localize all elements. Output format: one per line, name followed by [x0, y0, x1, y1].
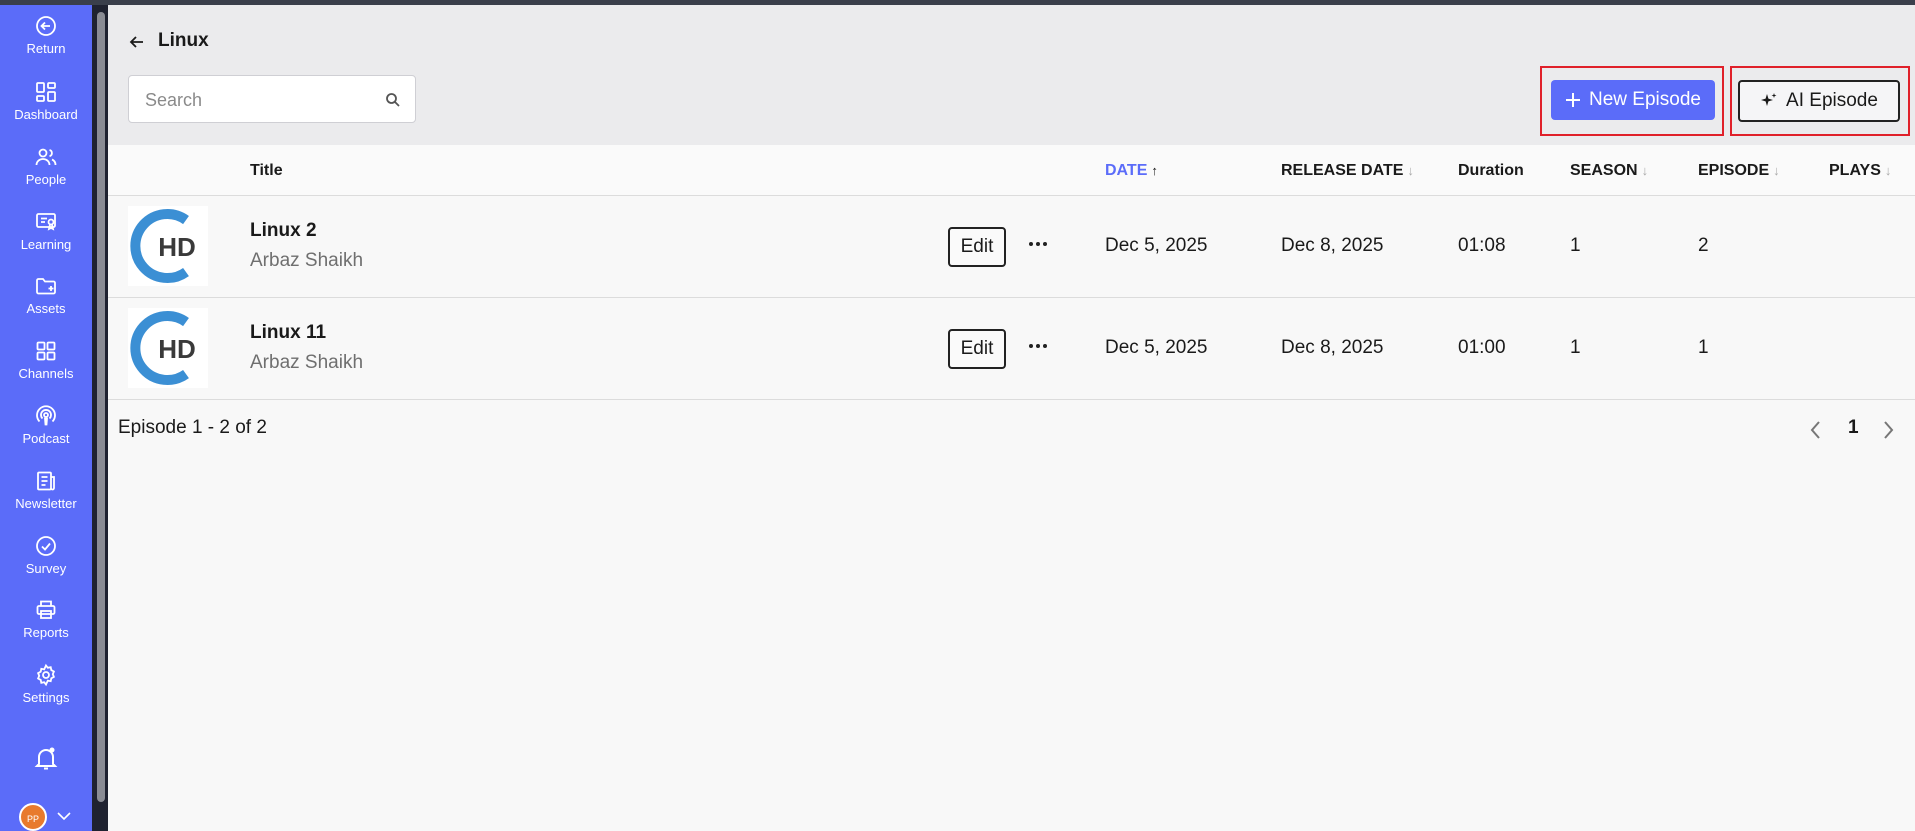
sidebar-item-label: Newsletter: [15, 496, 77, 511]
cell-release-date: Dec 8, 2025: [1281, 235, 1384, 256]
page-header: Linux New Episode AI Episode: [108, 5, 1915, 145]
sidebar-scrollbar-thumb[interactable]: [97, 12, 105, 802]
newsletter-icon: [37, 471, 55, 491]
table-row[interactable]: HD Linux 2 Arbaz Shaikh Edit Dec 5, 2025…: [108, 196, 1915, 298]
new-episode-button[interactable]: New Episode: [1551, 80, 1715, 120]
svg-text:HD: HD: [158, 232, 196, 262]
sidebar-item-label: Reports: [23, 625, 69, 640]
column-header-season-label: SEASON: [1570, 162, 1638, 179]
sidebar-item-label: Channels: [18, 366, 74, 381]
pagination-page-current[interactable]: 1: [1848, 417, 1859, 439]
column-header-date[interactable]: DATE ↑: [1105, 162, 1158, 180]
cell-date: Dec 5, 2025: [1105, 235, 1208, 256]
search-input[interactable]: [145, 88, 375, 112]
column-header-title[interactable]: Title: [250, 162, 283, 180]
episode-author: Arbaz Shaikh: [250, 352, 364, 373]
more-options-icon[interactable]: [1026, 237, 1050, 251]
cell-release-date: Dec 8, 2025: [1281, 337, 1384, 358]
notification-bell-icon[interactable]: [34, 745, 58, 771]
chevron-right-icon[interactable]: [1880, 419, 1896, 441]
sidebar-item-label: Learning: [20, 237, 72, 252]
return-icon: [36, 16, 56, 36]
sort-ascending-icon: ↑: [1151, 163, 1158, 178]
assets-folder-icon: [36, 278, 56, 295]
sidebar-item-channels[interactable]: Channels: [0, 339, 92, 381]
episode-thumbnail-logo: HD: [128, 308, 208, 388]
cell-duration: 01:08: [1458, 235, 1506, 256]
pagination-summary: Episode 1 - 2 of 2: [118, 417, 267, 438]
survey-check-icon: [36, 536, 56, 556]
chevron-down-icon[interactable]: [56, 809, 72, 823]
sidebar-item-label: Dashboard: [14, 107, 78, 122]
episode-title[interactable]: Linux 11: [250, 322, 326, 344]
more-options-icon[interactable]: [1026, 339, 1050, 353]
episode-author: Arbaz Shaikh: [250, 250, 364, 271]
cell-season: 1: [1570, 337, 1581, 358]
table-header: Title DATE ↑ RELEASE DATE ↓ Duration SEASO…: [108, 145, 1915, 196]
sidebar-item-label: Return: [26, 41, 66, 56]
sidebar-item-learning[interactable]: Learning: [0, 210, 92, 252]
podcast-icon: [36, 405, 56, 426]
avatar[interactable]: PP: [19, 803, 47, 831]
cell-date: Dec 5, 2025: [1105, 337, 1208, 358]
sort-down-icon: ↓: [1407, 163, 1414, 178]
learning-icon: [36, 213, 56, 231]
column-header-season[interactable]: SEASON ↓: [1570, 162, 1648, 180]
sidebar-item-dashboard[interactable]: Dashboard: [0, 80, 92, 122]
column-header-release-date-label: RELEASE DATE: [1281, 162, 1404, 179]
sidebar-item-label: People: [25, 172, 67, 187]
search-icon[interactable]: [385, 92, 401, 108]
cell-season: 1: [1570, 235, 1581, 256]
cell-episode: 2: [1698, 235, 1709, 256]
column-header-plays[interactable]: PLAYS ↓: [1829, 162, 1891, 180]
sidebar: Return Dashboard People Learning Assets …: [0, 5, 92, 831]
sidebar-item-assets[interactable]: Assets: [0, 274, 92, 316]
back-arrow-icon[interactable]: [128, 33, 146, 51]
sort-down-icon: ↓: [1884, 163, 1892, 178]
column-header-release-date[interactable]: RELEASE DATE ↓: [1281, 162, 1414, 180]
plus-icon: [1566, 93, 1581, 107]
table-row[interactable]: HD Linux 11 Arbaz Shaikh Edit Dec 5, 202…: [108, 298, 1915, 400]
svg-text:HD: HD: [158, 334, 196, 364]
cell-duration: 01:00: [1458, 337, 1506, 358]
edit-button[interactable]: Edit: [948, 227, 1006, 267]
sidebar-item-newsletter[interactable]: Newsletter: [0, 469, 92, 511]
episode-title[interactable]: Linux 2: [250, 220, 317, 242]
printer-icon: [36, 600, 56, 619]
ai-episode-button[interactable]: AI Episode: [1738, 80, 1900, 122]
main-content: Linux New Episode AI Episode Title DATE↑…: [108, 5, 1915, 831]
sidebar-item-label: Survey: [25, 561, 67, 576]
sidebar-item-podcast[interactable]: Podcast: [0, 404, 92, 446]
edit-button[interactable]: Edit: [948, 329, 1006, 369]
sidebar-item-people[interactable]: People: [0, 145, 92, 187]
channels-grid-icon: [36, 341, 56, 361]
sidebar-item-settings[interactable]: Settings: [0, 663, 92, 705]
sparkle-icon: [1761, 93, 1777, 106]
column-header-episode[interactable]: EPISODE ↓: [1698, 162, 1780, 180]
sidebar-item-return[interactable]: Return: [0, 14, 92, 56]
search-box[interactable]: [128, 75, 416, 123]
sidebar-item-survey[interactable]: Survey: [0, 534, 92, 576]
sidebar-item-label: Podcast: [22, 431, 70, 446]
sidebar-item-label: Assets: [26, 301, 66, 316]
column-header-duration[interactable]: Duration: [1458, 162, 1524, 180]
ai-episode-label: AI Episode: [1786, 90, 1878, 111]
dashboard-icon: [36, 82, 56, 102]
column-header-episode-label: EPISODE: [1698, 162, 1770, 179]
chevron-left-icon[interactable]: [1808, 419, 1824, 441]
people-icon: [35, 148, 57, 166]
episode-thumbnail-logo: HD: [128, 206, 208, 286]
sidebar-item-label: Settings: [22, 690, 70, 705]
sort-down-icon: ↓: [1641, 163, 1649, 178]
new-episode-label: New Episode: [1589, 89, 1701, 110]
column-header-date-label: DATE: [1105, 162, 1148, 179]
cell-episode: 1: [1698, 337, 1709, 358]
sidebar-item-reports[interactable]: Reports: [0, 598, 92, 640]
page-title: Linux: [158, 30, 209, 51]
column-header-plays-label: PLAYS: [1829, 162, 1881, 179]
sort-down-icon: ↓: [1773, 163, 1780, 178]
gear-icon: [36, 663, 56, 687]
